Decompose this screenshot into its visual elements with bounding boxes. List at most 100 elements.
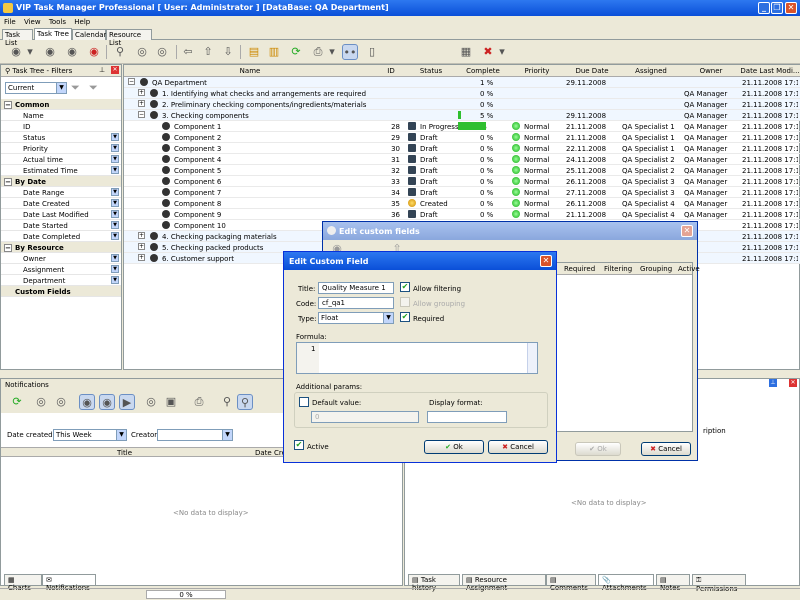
chevron-down-icon[interactable]: ▼ (111, 265, 119, 273)
chevron-down-icon[interactable]: ▼ (383, 313, 393, 323)
creator-selector[interactable]: ▼ (157, 429, 233, 441)
filter-item[interactable]: Date Created ▼ (1, 198, 121, 209)
title-input[interactable]: Quality Measure 1 (318, 282, 394, 294)
print-icon[interactable]: ⎙ (191, 394, 207, 410)
new-task-icon[interactable]: ◉ (8, 44, 24, 60)
chevron-down-icon[interactable]: ▼ (111, 155, 119, 163)
pin-icon[interactable]: ⊥ (769, 379, 777, 387)
chevron-down-icon[interactable]: ▼ (111, 188, 119, 196)
tab-notes[interactable]: ▤ Notes (656, 574, 690, 592)
chevron-down-icon[interactable]: ▼ (111, 144, 119, 152)
chevron-down-icon[interactable]: ▼ (111, 276, 119, 284)
chevron-down-icon[interactable]: ▼ (111, 199, 119, 207)
expand-all-icon[interactable]: ▤ (246, 44, 262, 60)
filter-item[interactable]: ID (1, 121, 121, 132)
custom-fields-ok-button[interactable]: ✔ Ok (575, 442, 621, 456)
close-icon[interactable]: ✕ (540, 255, 552, 267)
restore-icon[interactable]: ❐ (771, 2, 783, 14)
tab-notifications[interactable]: ✉ Notifications (42, 574, 96, 592)
collapse-icon[interactable]: − (128, 78, 135, 85)
chevron-down-icon[interactable]: ▼ (111, 254, 119, 262)
default-value-input[interactable]: 0 (311, 411, 419, 423)
col-required[interactable]: Required (564, 265, 595, 273)
chevron-down-icon[interactable]: ▼ (111, 133, 119, 141)
delete-task-icon[interactable]: ◉ (86, 44, 102, 60)
dialog-cancel-button[interactable]: ✖ Cancel (488, 440, 548, 454)
task-row[interactable]: − QA Department 1 % 29.11.2008 21.11.2008 17… (124, 77, 800, 88)
chevron-down-icon[interactable]: ▼ (111, 210, 119, 218)
task-row[interactable]: Component 2 29 Draft 0 % Normal 21.11.2008 QA … (124, 132, 800, 143)
col-filtering[interactable]: Filtering (604, 265, 632, 273)
col-title[interactable]: Title (117, 449, 132, 457)
tab-task-tree[interactable]: Task Tree (34, 28, 72, 40)
task-row[interactable]: Component 128In Progress%Normal21.11.200… (124, 121, 800, 132)
task-row[interactable]: Component 3 30 Draft 0 % Normal 22.11.2008 QA … (124, 143, 800, 154)
filter-item[interactable]: Assignment ▼ (1, 264, 121, 275)
move-down-icon[interactable]: ⇩ (220, 44, 236, 60)
task-row[interactable]: Component 8 35 Created 0 % Normal 26.11.2008 Q… (124, 198, 800, 209)
print-icon[interactable]: ⎙ (310, 44, 326, 60)
task-row[interactable]: Component 5 32 Draft 0 % Normal 25.11.2008 QA … (124, 165, 800, 176)
allow-grouping-checkbox[interactable] (400, 297, 410, 307)
expand-icon[interactable]: + (138, 100, 145, 107)
col-status[interactable]: Status (406, 67, 456, 75)
filter-group[interactable]: − Common (1, 99, 121, 110)
col-priority[interactable]: Priority (510, 67, 564, 75)
tab-permissions[interactable]: ⚿ Permissions (692, 574, 746, 593)
show-comments-icon[interactable]: ◉ (99, 394, 115, 410)
tab-comments[interactable]: ▤ Comments (546, 574, 596, 592)
task-row[interactable]: Component 4 31 Draft 0 % Normal 24.11.2008 QA … (124, 154, 800, 165)
task-row[interactable]: Component 7 34 Draft 0 % Normal 27.11.2008 QA … (124, 187, 800, 198)
tab-task-list[interactable]: Task List (2, 29, 33, 47)
refresh-icon[interactable]: ⟳ (288, 44, 304, 60)
filter-preset-selector[interactable]: Current ▼ (5, 82, 67, 94)
expand-icon[interactable]: + (138, 254, 145, 261)
copy-task-icon[interactable]: ◎ (134, 44, 150, 60)
filter-item[interactable]: Priority ▼ (1, 143, 121, 154)
add-subtask-icon[interactable]: ◉ (42, 44, 58, 60)
tab-attachments[interactable]: 📎 Attachments (598, 574, 654, 592)
dropdown-arrow-icon[interactable]: ▾ (26, 44, 34, 60)
active-checkbox[interactable]: ✔ (294, 440, 304, 450)
menu-tools[interactable]: Tools (49, 18, 66, 26)
show-attachments-icon[interactable]: ▶ (119, 394, 135, 410)
show-tasks-icon[interactable]: ◉ (79, 394, 95, 410)
chevron-down-icon[interactable]: ▼ (111, 221, 119, 229)
tab-calendar[interactable]: Calendar (72, 29, 106, 40)
custom-fields-cancel-button[interactable]: ✖ Cancel (641, 442, 691, 456)
formula-editor[interactable]: 1 (296, 342, 538, 374)
delete-icon[interactable]: ▣ (163, 394, 179, 410)
expand-icon[interactable]: + (138, 243, 145, 250)
task-row[interactable]: +1. Identifying what checks and arrangem… (124, 88, 800, 99)
filter-active-icon[interactable]: ⚲ (237, 394, 253, 410)
collapse-icon[interactable]: − (4, 101, 12, 109)
col-date-modified[interactable]: Date Last Modi... (740, 67, 800, 75)
tab-charts[interactable]: ▦ Charts (4, 574, 42, 592)
page-view-icon[interactable]: ▯ (364, 44, 380, 60)
delete-list-icon[interactable]: ✖ (480, 44, 496, 60)
close-icon[interactable]: ✕ (785, 2, 797, 14)
col-grouping[interactable]: Grouping (640, 265, 672, 273)
filter-item[interactable]: Estimated Time ▼ (1, 165, 121, 176)
collapse-all-icon[interactable]: ▥ (266, 44, 282, 60)
collapse-icon[interactable]: − (138, 111, 145, 118)
col-name[interactable]: Name (124, 67, 376, 75)
col-assigned[interactable]: Assigned (620, 67, 682, 75)
task-row[interactable]: Component 9 36 Draft 0 % Normal 21.11.2008 QA … (124, 209, 800, 220)
chevron-down-icon[interactable]: ▼ (111, 232, 119, 240)
dialog-ok-button[interactable]: ✔ Ok (424, 440, 484, 454)
display-format-input[interactable] (427, 411, 507, 423)
dropdown-arrow-icon[interactable]: ▾ (498, 44, 506, 60)
tab-resource-assignment[interactable]: ▤ Resource Assignment (462, 574, 546, 592)
move-left-icon[interactable]: ⇦ (180, 44, 196, 60)
date-created-selector[interactable]: This Week ▼ (53, 429, 127, 441)
allow-filtering-checkbox[interactable]: ✔ (400, 282, 410, 292)
edit-task-icon[interactable]: ◉ (64, 44, 80, 60)
filter-group[interactable]: − By Date (1, 176, 121, 187)
mark-read-icon[interactable]: ◎ (33, 394, 49, 410)
formula-scrollbar[interactable] (527, 343, 537, 373)
funnel-icon[interactable]: ⏷ (71, 81, 80, 95)
filter-item[interactable]: Date Range ▼ (1, 187, 121, 198)
menu-file[interactable]: File (4, 18, 16, 26)
group-view-icon[interactable]: •• (342, 44, 358, 60)
